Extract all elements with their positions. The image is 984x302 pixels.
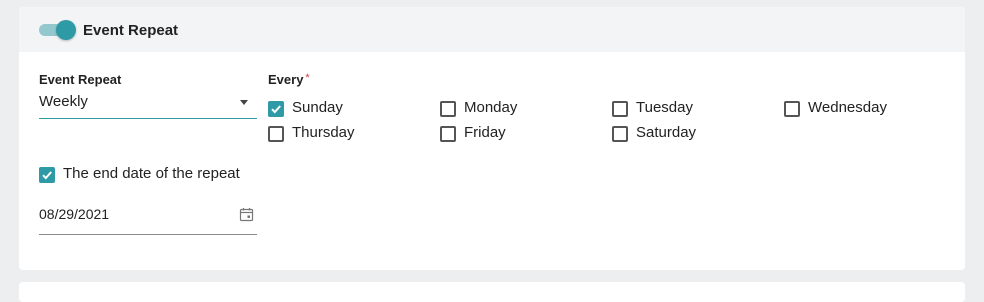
day-label: Saturday (636, 124, 697, 141)
event-repeat-card: Event Repeat Event Repeat Weekly Every * … (19, 7, 965, 270)
day-checkbox-saturday[interactable]: Saturday (612, 124, 732, 144)
day-label: Monday (464, 99, 518, 116)
event-repeat-label: Event Repeat (39, 72, 122, 87)
card-title: Event Repeat (83, 22, 179, 39)
day-checkbox-wednesday[interactable]: Wednesday (784, 99, 914, 119)
checkbox-box (440, 101, 456, 117)
checkbox-box (784, 101, 800, 117)
checkbox-box (39, 167, 55, 183)
end-date-input[interactable]: 08/29/2021 (39, 203, 257, 235)
end-date-value: 08/29/2021 (39, 206, 110, 222)
every-label-text: Every (268, 72, 304, 87)
event-repeat-select[interactable]: Weekly (39, 89, 257, 119)
checkbox-box (268, 126, 284, 142)
day-label: Thursday (292, 124, 355, 141)
toggle-knob (56, 20, 76, 40)
end-date-checkbox[interactable]: The end date of the repeat (39, 165, 269, 185)
day-checkbox-tuesday[interactable]: Tuesday (612, 99, 732, 119)
day-label: Sunday (292, 99, 343, 116)
day-checkbox-thursday[interactable]: Thursday (268, 124, 388, 144)
calendar-icon[interactable] (239, 207, 254, 227)
next-card (19, 282, 965, 302)
day-label: Wednesday (808, 99, 887, 116)
check-icon (42, 171, 52, 180)
calendar-icon-svg (239, 208, 254, 222)
event-repeat-toggle[interactable] (39, 20, 76, 40)
every-label: Every * (268, 72, 310, 87)
checkbox-box (612, 126, 628, 142)
checkbox-box (268, 101, 284, 117)
day-checkbox-monday[interactable]: Monday (440, 99, 560, 119)
day-label: Tuesday (636, 99, 693, 116)
check-icon (271, 105, 281, 114)
day-label: Friday (464, 124, 506, 141)
event-repeat-value: Weekly (39, 93, 88, 110)
chevron-down-icon (240, 100, 248, 105)
day-checkbox-sunday[interactable]: Sunday (268, 99, 388, 119)
end-date-checkbox-label: The end date of the repeat (63, 165, 240, 182)
card-header: Event Repeat (19, 7, 965, 52)
checkbox-box (612, 101, 628, 117)
checkbox-box (440, 126, 456, 142)
required-mark: * (305, 72, 310, 84)
day-checkbox-friday[interactable]: Friday (440, 124, 560, 144)
